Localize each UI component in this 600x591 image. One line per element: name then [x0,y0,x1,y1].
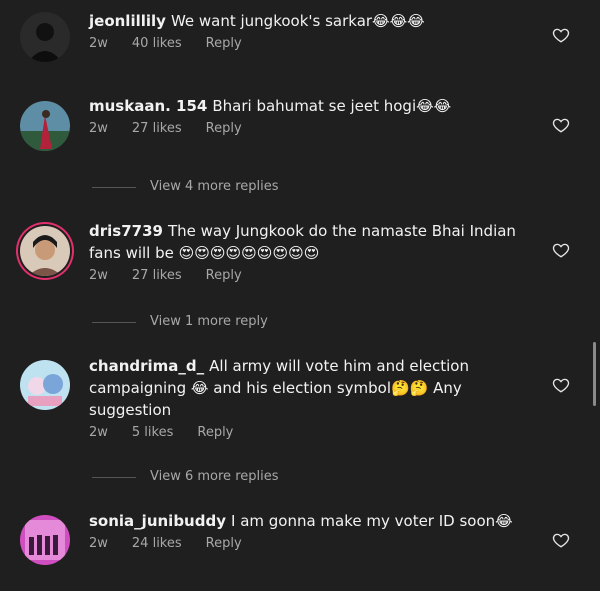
comment-time: 2w [89,536,108,551]
comment-likes[interactable]: 24 likes [132,536,182,551]
reply-button[interactable]: Reply [197,425,233,440]
comment-username[interactable]: dris7739 [89,222,163,240]
comment-text-line: chandrima_d_ All army will vote him and e… [89,355,540,421]
comment-body: muskaan. 154 Bhari bahumat se jeet hogi😂😂… [89,95,540,136]
comment-text: Bhari bahumat se jeet hogi😂😂 [212,97,452,115]
comment-meta: 2w 40 likes Reply [89,36,540,51]
view-more-replies-label: View 6 more replies [150,469,279,484]
comment-text-line: sonia_junibuddy I am gonna make my voter … [89,510,540,532]
comment-body: chandrima_d_ All army will vote him and e… [89,355,540,440]
comment-text: We want jungkook's sarkar😂😂😂 [170,12,425,30]
comment-time: 2w [89,121,108,136]
avatar[interactable] [20,12,70,62]
heart-outline-icon[interactable] [552,241,570,259]
comment-likes[interactable]: 27 likes [132,121,182,136]
view-more-replies-button[interactable]: View 4 more replies [92,179,279,194]
replies-divider [92,477,136,478]
reply-button[interactable]: Reply [206,536,242,551]
comment-username[interactable]: sonia_junibuddy [89,512,226,530]
comment-body: jeonlillily We want jungkook's sarkar😂😂😂 … [89,10,540,51]
comment-meta: 2w 27 likes Reply [89,121,540,136]
heart-outline-icon[interactable] [552,531,570,549]
comment-time: 2w [89,425,108,440]
comment-body: sonia_junibuddy I am gonna make my voter … [89,510,540,551]
comment-time: 2w [89,268,108,283]
comment-text-line: muskaan. 154 Bhari bahumat se jeet hogi😂😂 [89,95,540,117]
view-more-replies-label: View 4 more replies [150,179,279,194]
reply-button[interactable]: Reply [206,268,242,283]
view-more-replies-button[interactable]: View 6 more replies [92,469,279,484]
comment-likes[interactable]: 27 likes [132,268,182,283]
reply-button[interactable]: Reply [206,36,242,51]
comment-text-line: dris7739 The way Jungkook do the namaste … [89,220,540,264]
comment-username[interactable]: jeonlillily [89,12,166,30]
replies-divider [92,322,136,323]
heart-outline-icon[interactable] [552,376,570,394]
comment-text: I am gonna make my voter ID soon😂 [231,512,513,530]
comment-username[interactable]: chandrima_d_ [89,357,204,375]
comment-likes[interactable]: 40 likes [132,36,182,51]
heart-outline-icon[interactable] [552,116,570,134]
comment-meta: 2w 5 likes Reply [89,425,540,440]
comment-meta: 2w 24 likes Reply [89,536,540,551]
comment-body: dris7739 The way Jungkook do the namaste … [89,220,540,283]
comment-likes[interactable]: 5 likes [132,425,173,440]
comment-text-line: jeonlillily We want jungkook's sarkar😂😂😂 [89,10,540,32]
scrollbar[interactable] [593,342,596,406]
avatar[interactable] [20,360,70,410]
avatar[interactable] [20,101,70,151]
view-more-replies-button[interactable]: View 1 more reply [92,314,268,329]
comment-username[interactable]: muskaan. 154 [89,97,207,115]
comment-meta: 2w 27 likes Reply [89,268,540,283]
view-more-replies-label: View 1 more reply [150,314,268,329]
avatar[interactable] [20,226,70,276]
replies-divider [92,187,136,188]
avatar[interactable] [20,515,70,565]
heart-outline-icon[interactable] [552,26,570,44]
comment-time: 2w [89,36,108,51]
reply-button[interactable]: Reply [206,121,242,136]
